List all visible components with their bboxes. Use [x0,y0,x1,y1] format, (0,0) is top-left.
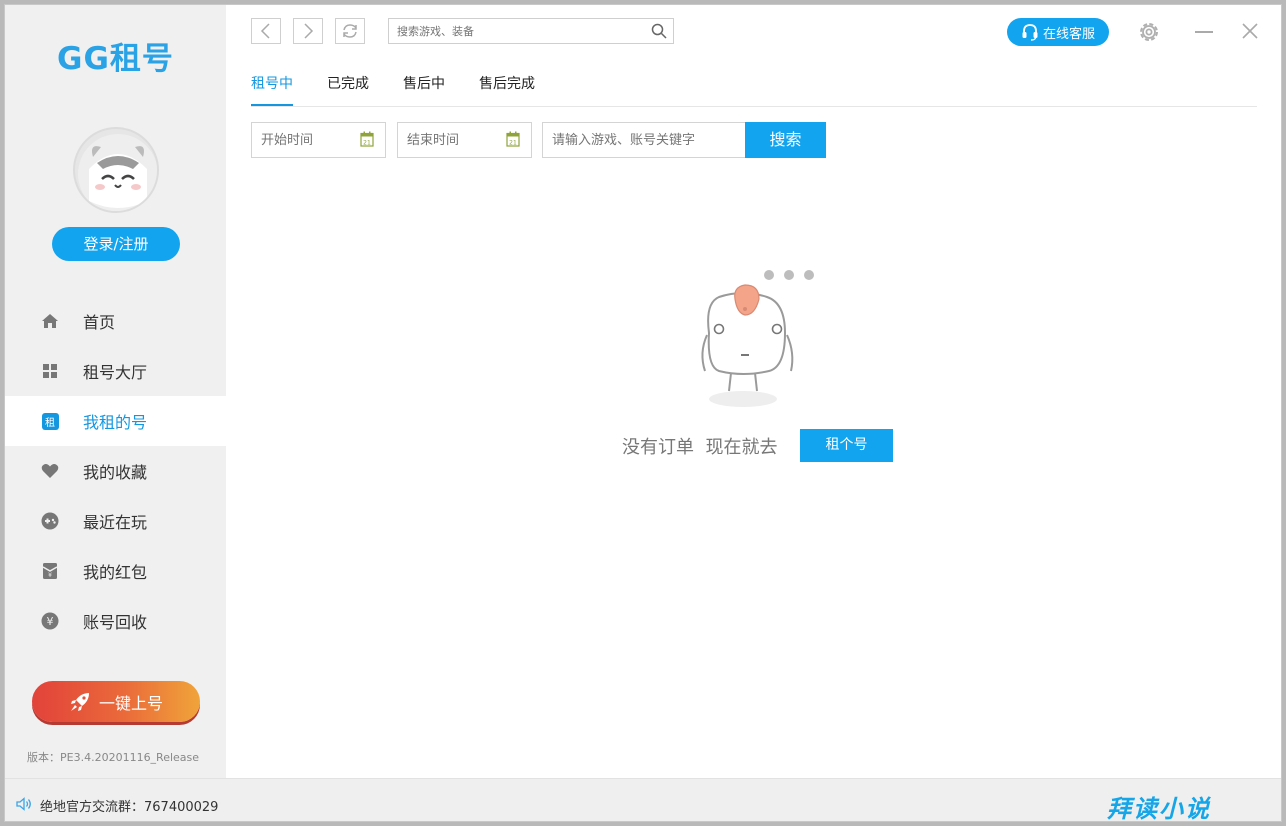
app-logo[interactable]: GG租号 [57,33,174,78]
chevron-right-icon [304,23,314,39]
sidebar-item-label: 租号大厅 [83,363,148,382]
bottom-bar: 绝地官方交流群：767400029 拜读小说 [5,778,1281,822]
sidebar-nav: 首页 租号大厅 租 我租的号 我的收藏 最近在玩 ¥ 我的红包 ¥ 账号回收 [5,296,226,646]
start-date-field: 21 [251,122,386,158]
yen-coin-icon: ¥ [41,612,59,630]
online-service-label: 在线客服 [1042,26,1095,42]
sidebar-item-recycle[interactable]: ¥ 账号回收 [5,596,226,646]
home-icon [41,312,59,330]
gamepad-icon [41,512,59,530]
empty-mascot-illustration [693,263,833,417]
sidebar-item-label: 首页 [83,313,116,332]
version-text: 版本：PE3.4.20201116_Release [27,751,200,764]
search-icon[interactable] [651,23,667,43]
sidebar-item-label: 我租的号 [83,413,148,432]
one-key-label: 一键上号 [98,693,163,713]
sidebar-item-favorites[interactable]: 我的收藏 [5,446,226,496]
grid-icon [41,362,59,380]
one-key-login-button[interactable]: 一键上号 [32,681,200,722]
official-group-text: 绝地官方交流群：767400029 [40,800,219,815]
keyword-input[interactable] [543,123,743,157]
login-register-button[interactable]: 登录/注册 [52,227,180,261]
sidebar-item-recent[interactable]: 最近在玩 [5,496,226,546]
rent-account-button[interactable]: 租个号 [800,429,893,462]
speaker-icon [16,796,32,815]
sidebar-item-label: 账号回收 [83,613,148,632]
sidebar-item-label: 我的收藏 [83,463,148,482]
app-window: GG租号 登录/注册 首页 租号大厅 租 我租的号 我的收藏 最近在玩 ¥ 我的… [4,4,1282,822]
online-service-button[interactable]: 在线客服 [1007,18,1109,46]
empty-mascot-icon [701,270,814,407]
order-tabs: 租号中 已完成 售后中 售后完成 [251,75,1257,107]
end-date-input[interactable] [398,123,498,157]
heart-icon [41,462,59,480]
tab-after-sales-done[interactable]: 售后完成 [479,75,535,106]
hamster-avatar-icon [78,134,157,211]
sidebar-item-hall[interactable]: 租号大厅 [5,346,226,396]
calendar-day-label: 21 [509,140,517,147]
rent-icon: 租 [41,412,59,430]
rent-icon-text: 租 [45,417,55,429]
keyword-field [542,122,746,158]
sidebar-item-home[interactable]: 首页 [5,296,226,346]
avatar[interactable] [73,127,159,213]
start-date-input[interactable] [252,123,352,157]
sidebar: GG租号 登录/注册 首页 租号大厅 租 我租的号 我的收藏 最近在玩 ¥ 我的… [5,5,226,778]
gear-icon[interactable] [1137,20,1161,48]
top-search-box [388,18,674,44]
top-search-input[interactable] [389,19,639,43]
tab-renting[interactable]: 租号中 [251,75,293,106]
refresh-button[interactable] [335,18,365,44]
tab-completed[interactable]: 已完成 [327,75,369,106]
calendar-icon[interactable]: 21 [506,131,520,151]
empty-message: 没有订单 现在就去 [622,437,778,458]
watermark-logo: 拜读小说 [1107,795,1211,822]
sidebar-item-my-rentals[interactable]: 租 我租的号 [5,396,226,446]
chevron-left-icon [260,23,270,39]
filter-search-button[interactable]: 搜索 [745,122,826,158]
svg-text:¥: ¥ [48,572,52,579]
minimize-button[interactable] [1195,31,1213,33]
refresh-icon [343,24,357,38]
headset-icon [1022,24,1038,41]
forward-button[interactable] [293,18,323,44]
calendar-day-label: 21 [363,140,371,147]
sidebar-item-label: 我的红包 [83,563,148,582]
end-date-field: 21 [397,122,532,158]
sidebar-item-red-envelope[interactable]: ¥ 我的红包 [5,546,226,596]
svg-text:¥: ¥ [47,615,54,628]
tab-after-sales[interactable]: 售后中 [403,75,445,106]
rocket-icon [70,692,89,711]
back-button[interactable] [251,18,281,44]
red-envelope-icon: ¥ [41,562,59,580]
sidebar-item-label: 最近在玩 [83,513,148,532]
calendar-icon[interactable]: 21 [360,131,374,151]
close-button[interactable] [1241,22,1259,44]
close-icon [1242,23,1258,39]
